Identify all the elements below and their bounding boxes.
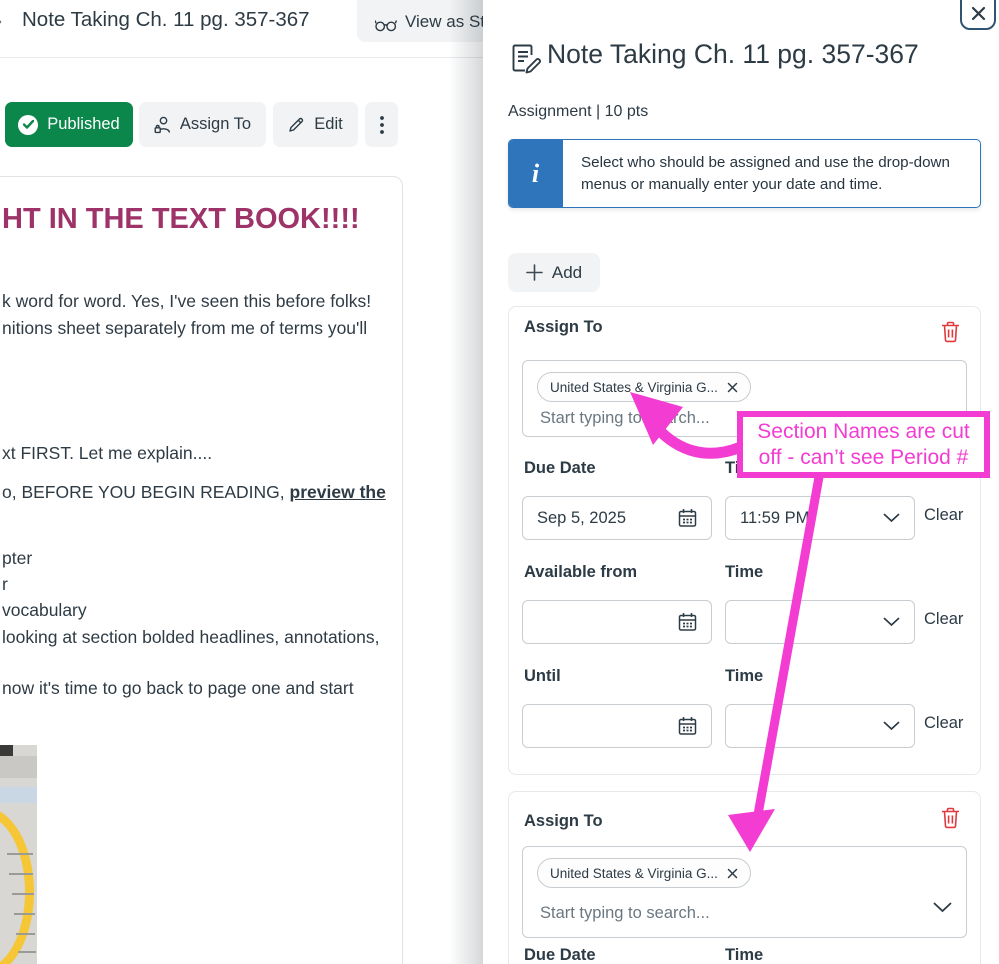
calendar-icon[interactable] [678, 508, 697, 528]
photo-paper-edge [0, 756, 37, 778]
assignee-search-box-2[interactable]: United States & Virginia G... Start typi… [522, 846, 967, 938]
edit-label: Edit [314, 115, 342, 134]
due-date-label: Due Date [524, 459, 596, 478]
chevron-down-icon[interactable] [883, 513, 900, 523]
add-card-button[interactable]: Add [508, 253, 600, 292]
close-icon [971, 6, 986, 21]
due-date-input[interactable]: Sep 5, 2025 [522, 496, 712, 540]
photo-yellow-highlight [0, 807, 34, 964]
description-line: o, BEFORE YOU BEGIN READING, preview the [2, 482, 386, 503]
until-time-input[interactable] [725, 704, 915, 748]
info-icon: i [508, 139, 563, 208]
photo-blue-band [0, 787, 37, 803]
published-check-icon [18, 115, 38, 135]
tray-title: Note Taking Ch. 11 pg. 357-367 [547, 39, 919, 70]
delete-card-2-button[interactable] [940, 806, 961, 829]
published-label: Published [47, 115, 119, 134]
delete-card-1-button[interactable] [940, 320, 961, 343]
available-from-input[interactable] [522, 600, 712, 644]
info-alert: i Select who should be assigned and use … [508, 139, 981, 208]
chevron-down-icon[interactable] [933, 902, 952, 913]
available-from-time-input[interactable] [725, 600, 915, 644]
plus-icon [526, 264, 543, 281]
clear-until-button[interactable]: Clear [924, 714, 963, 733]
kebab-icon [380, 116, 384, 134]
until-input[interactable] [522, 704, 712, 748]
description-heading: HT IN THE TEXT BOOK!!!! [2, 203, 360, 236]
annotation-text-line: Section Names are cut [757, 419, 969, 445]
description-line: r [2, 574, 8, 595]
glasses-icon [375, 19, 397, 32]
description-line-text: o, BEFORE YOU BEGIN READING, [2, 482, 290, 502]
photo-text-line [14, 913, 35, 915]
description-line: nitions sheet separately from me of term… [2, 318, 367, 339]
photo-text-line [7, 853, 33, 855]
assignee-search-placeholder[interactable]: Start typing to search... [540, 904, 710, 923]
due-time-input[interactable]: 11:59 PM [725, 496, 915, 540]
photo-dark-corner [0, 745, 13, 756]
description-line: looking at section bolded headlines, ann… [2, 627, 380, 648]
assignee-tag-label: United States & Virginia G... [550, 866, 718, 881]
remove-tag-icon[interactable] [727, 868, 738, 879]
edit-button[interactable]: Edit [273, 102, 358, 147]
time-label: Time [725, 946, 763, 964]
textbook-photo [0, 745, 37, 964]
assignee-tag[interactable]: United States & Virginia G... [537, 372, 751, 402]
annotation-callout: Section Names are cut off - can’t see Pe… [737, 411, 990, 478]
chevron-down-icon[interactable] [883, 617, 900, 627]
photo-text-line [12, 893, 34, 895]
until-label: Until [524, 667, 561, 686]
photo-text-line [18, 951, 36, 953]
assign-to-label: Assign To [180, 115, 251, 134]
chevron-down-icon[interactable] [883, 721, 900, 731]
assign-to-field-label: Assign To [524, 318, 603, 337]
tray-subtitle: Assignment | 10 pts [508, 103, 648, 121]
more-options-button[interactable] [365, 102, 398, 147]
assignment-icon [508, 42, 541, 75]
assign-to-button[interactable]: Assign To [139, 102, 266, 147]
due-date-value: Sep 5, 2025 [537, 509, 678, 528]
assignee-tag[interactable]: United States & Virginia G... [537, 858, 751, 888]
page-title: Note Taking Ch. 11 pg. 357-367 [22, 8, 310, 32]
add-label: Add [552, 263, 582, 283]
published-button[interactable]: Published [5, 102, 133, 147]
assign-to-field-label: Assign To [524, 812, 603, 831]
tray-shadow [449, 0, 483, 964]
description-line: now it's time to go back to page one and… [2, 678, 354, 699]
remove-tag-icon[interactable] [727, 382, 738, 393]
assignee-tag-label: United States & Virginia G... [550, 380, 718, 395]
annotation-text-line: off - can’t see Period # [759, 445, 969, 471]
breadcrumb-chevron-icon: › [0, 11, 2, 32]
preview-the-link[interactable]: preview the [290, 482, 386, 502]
calendar-icon[interactable] [678, 612, 697, 632]
close-tray-button[interactable] [960, 0, 996, 30]
time-label: Time [725, 667, 763, 686]
calendar-icon[interactable] [678, 716, 697, 736]
photo-text-line [16, 933, 35, 935]
clear-due-date-button[interactable]: Clear [924, 506, 963, 525]
description-line: pter [2, 548, 32, 569]
due-time-value: 11:59 PM [740, 509, 883, 528]
photo-text-line [9, 873, 33, 875]
pencil-icon [288, 116, 305, 133]
available-from-label: Available from [524, 563, 637, 582]
assign-to-tray: Note Taking Ch. 11 pg. 357-367 Assignmen… [483, 0, 999, 964]
description-line: xt FIRST. Let me explain.... [2, 443, 212, 464]
info-alert-text: Select who should be assigned and use th… [581, 152, 971, 196]
description-line: k word for word. Yes, I've seen this bef… [2, 291, 371, 312]
assignee-search-placeholder[interactable]: Start typing to search... [540, 409, 710, 428]
person-icon [154, 116, 171, 134]
due-date-label: Due Date [524, 946, 596, 964]
time-label: Time [725, 563, 763, 582]
description-line: vocabulary [2, 600, 87, 621]
clear-available-from-button[interactable]: Clear [924, 610, 963, 629]
screen: › Note Taking Ch. 11 pg. 357-367 View as… [0, 0, 999, 964]
